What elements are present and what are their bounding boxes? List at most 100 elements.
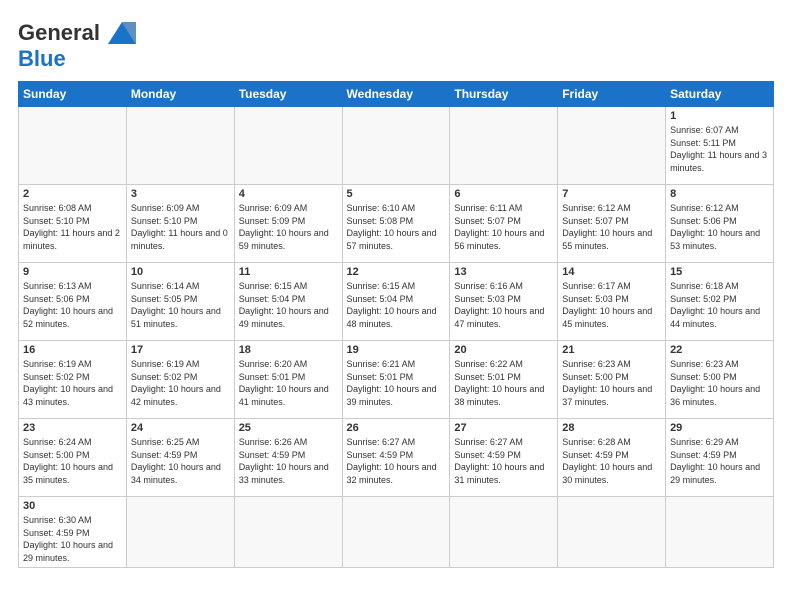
calendar-cell: 10 Sunrise: 6:14 AM Sunset: 5:05 PM Dayli… <box>126 263 234 341</box>
day-number: 13 <box>454 266 553 278</box>
calendar-cell: 23 Sunrise: 6:24 AM Sunset: 5:00 PM Dayli… <box>19 419 127 497</box>
calendar-cell <box>126 497 234 568</box>
day-number: 10 <box>131 266 230 278</box>
day-number: 16 <box>23 344 122 356</box>
day-number: 17 <box>131 344 230 356</box>
day-info: Sunrise: 6:10 AM Sunset: 5:08 PM Dayligh… <box>347 202 446 252</box>
day-number: 20 <box>454 344 553 356</box>
day-number: 1 <box>670 110 769 122</box>
day-number: 30 <box>23 500 122 512</box>
calendar-cell <box>342 497 450 568</box>
calendar-cell: 19 Sunrise: 6:21 AM Sunset: 5:01 PM Dayli… <box>342 341 450 419</box>
day-info: Sunrise: 6:18 AM Sunset: 5:02 PM Dayligh… <box>670 280 769 330</box>
day-number: 21 <box>562 344 661 356</box>
calendar-cell: 29 Sunrise: 6:29 AM Sunset: 4:59 PM Dayli… <box>666 419 774 497</box>
day-info: Sunrise: 6:09 AM Sunset: 5:09 PM Dayligh… <box>239 202 338 252</box>
day-info: Sunrise: 6:27 AM Sunset: 4:59 PM Dayligh… <box>454 436 553 486</box>
calendar-cell: 27 Sunrise: 6:27 AM Sunset: 4:59 PM Dayli… <box>450 419 558 497</box>
day-number: 5 <box>347 188 446 200</box>
day-info: Sunrise: 6:23 AM Sunset: 5:00 PM Dayligh… <box>562 358 661 408</box>
calendar-cell <box>234 497 342 568</box>
calendar-cell: 8 Sunrise: 6:12 AM Sunset: 5:06 PM Daylig… <box>666 185 774 263</box>
calendar-cell: 14Sunrise: 6:17 AM Sunset: 5:03 PM Dayli… <box>558 263 666 341</box>
day-info: Sunrise: 6:24 AM Sunset: 5:00 PM Dayligh… <box>23 436 122 486</box>
day-number: 6 <box>454 188 553 200</box>
calendar-cell: 22Sunrise: 6:23 AM Sunset: 5:00 PM Dayli… <box>666 341 774 419</box>
day-info: Sunrise: 6:21 AM Sunset: 5:01 PM Dayligh… <box>347 358 446 408</box>
day-info: Sunrise: 6:12 AM Sunset: 5:06 PM Dayligh… <box>670 202 769 252</box>
day-number: 15 <box>670 266 769 278</box>
calendar-cell: 25 Sunrise: 6:26 AM Sunset: 4:59 PM Dayli… <box>234 419 342 497</box>
calendar-cell: 6 Sunrise: 6:11 AM Sunset: 5:07 PM Daylig… <box>450 185 558 263</box>
calendar-cell: 1 Sunrise: 6:07 AM Sunset: 5:11 PM Daylig… <box>666 107 774 185</box>
day-number: 14 <box>562 266 661 278</box>
day-info: Sunrise: 6:28 AM Sunset: 4:59 PM Dayligh… <box>562 436 661 486</box>
calendar-cell <box>450 497 558 568</box>
header-sunday: Sunday <box>19 82 127 107</box>
calendar-cell <box>234 107 342 185</box>
day-info: Sunrise: 6:14 AM Sunset: 5:05 PM Dayligh… <box>131 280 230 330</box>
logo-icon <box>104 18 140 48</box>
weekday-header-row: Sunday Monday Tuesday Wednesday Thursday… <box>19 82 774 107</box>
calendar-cell <box>558 107 666 185</box>
day-info: Sunrise: 6:15 AM Sunset: 5:04 PM Dayligh… <box>347 280 446 330</box>
header-saturday: Saturday <box>666 82 774 107</box>
calendar-cell: 4Sunrise: 6:09 AM Sunset: 5:09 PM Daylig… <box>234 185 342 263</box>
calendar-cell: 15 Sunrise: 6:18 AM Sunset: 5:02 PM Dayli… <box>666 263 774 341</box>
day-number: 29 <box>670 422 769 434</box>
day-info: Sunrise: 6:07 AM Sunset: 5:11 PM Dayligh… <box>670 124 769 174</box>
day-number: 11 <box>239 266 338 278</box>
header: General Blue <box>18 18 774 71</box>
day-info: Sunrise: 6:29 AM Sunset: 4:59 PM Dayligh… <box>670 436 769 486</box>
header-thursday: Thursday <box>450 82 558 107</box>
day-info: Sunrise: 6:25 AM Sunset: 4:59 PM Dayligh… <box>131 436 230 486</box>
calendar-cell: 3 Sunrise: 6:09 AM Sunset: 5:10 PM Daylig… <box>126 185 234 263</box>
calendar-cell <box>666 497 774 568</box>
calendar-cell: 17 Sunrise: 6:19 AM Sunset: 5:02 PM Dayli… <box>126 341 234 419</box>
day-info: Sunrise: 6:27 AM Sunset: 4:59 PM Dayligh… <box>347 436 446 486</box>
day-info: Sunrise: 6:26 AM Sunset: 4:59 PM Dayligh… <box>239 436 338 486</box>
day-info: Sunrise: 6:16 AM Sunset: 5:03 PM Dayligh… <box>454 280 553 330</box>
day-number: 26 <box>347 422 446 434</box>
calendar-cell: 7Sunrise: 6:12 AM Sunset: 5:07 PM Daylig… <box>558 185 666 263</box>
calendar-cell <box>126 107 234 185</box>
day-info: Sunrise: 6:09 AM Sunset: 5:10 PM Dayligh… <box>131 202 230 252</box>
day-info: Sunrise: 6:22 AM Sunset: 5:01 PM Dayligh… <box>454 358 553 408</box>
day-info: Sunrise: 6:11 AM Sunset: 5:07 PM Dayligh… <box>454 202 553 252</box>
calendar-cell: 28 Sunrise: 6:28 AM Sunset: 4:59 PM Dayli… <box>558 419 666 497</box>
calendar-cell: 11 Sunrise: 6:15 AM Sunset: 5:04 PM Dayli… <box>234 263 342 341</box>
day-number: 8 <box>670 188 769 200</box>
day-info: Sunrise: 6:08 AM Sunset: 5:10 PM Dayligh… <box>23 202 122 252</box>
calendar-cell: 16Sunrise: 6:19 AM Sunset: 5:02 PM Dayli… <box>19 341 127 419</box>
day-number: 3 <box>131 188 230 200</box>
day-info: Sunrise: 6:19 AM Sunset: 5:02 PM Dayligh… <box>131 358 230 408</box>
calendar-cell: 13 Sunrise: 6:16 AM Sunset: 5:03 PM Dayli… <box>450 263 558 341</box>
day-number: 24 <box>131 422 230 434</box>
calendar-cell: 21 Sunrise: 6:23 AM Sunset: 5:00 PM Dayli… <box>558 341 666 419</box>
day-number: 25 <box>239 422 338 434</box>
day-info: Sunrise: 6:23 AM Sunset: 5:00 PM Dayligh… <box>670 358 769 408</box>
day-number: 27 <box>454 422 553 434</box>
calendar-cell: 5 Sunrise: 6:10 AM Sunset: 5:08 PM Daylig… <box>342 185 450 263</box>
calendar: Sunday Monday Tuesday Wednesday Thursday… <box>18 81 774 568</box>
day-info: Sunrise: 6:15 AM Sunset: 5:04 PM Dayligh… <box>239 280 338 330</box>
day-number: 28 <box>562 422 661 434</box>
day-number: 2 <box>23 188 122 200</box>
calendar-cell: 18 Sunrise: 6:20 AM Sunset: 5:01 PM Dayli… <box>234 341 342 419</box>
calendar-cell <box>342 107 450 185</box>
header-tuesday: Tuesday <box>234 82 342 107</box>
day-number: 18 <box>239 344 338 356</box>
header-monday: Monday <box>126 82 234 107</box>
header-friday: Friday <box>558 82 666 107</box>
day-number: 23 <box>23 422 122 434</box>
calendar-cell: 20 Sunrise: 6:22 AM Sunset: 5:01 PM Dayli… <box>450 341 558 419</box>
logo: General Blue <box>18 18 140 71</box>
day-info: Sunrise: 6:20 AM Sunset: 5:01 PM Dayligh… <box>239 358 338 408</box>
calendar-cell: 24 Sunrise: 6:25 AM Sunset: 4:59 PM Dayli… <box>126 419 234 497</box>
calendar-cell <box>19 107 127 185</box>
calendar-cell: 30 Sunrise: 6:30 AM Sunset: 4:59 PM Dayli… <box>19 497 127 568</box>
day-info: Sunrise: 6:30 AM Sunset: 4:59 PM Dayligh… <box>23 514 122 564</box>
calendar-cell: 26 Sunrise: 6:27 AM Sunset: 4:59 PM Dayli… <box>342 419 450 497</box>
day-number: 19 <box>347 344 446 356</box>
logo-text: General <box>18 22 100 44</box>
